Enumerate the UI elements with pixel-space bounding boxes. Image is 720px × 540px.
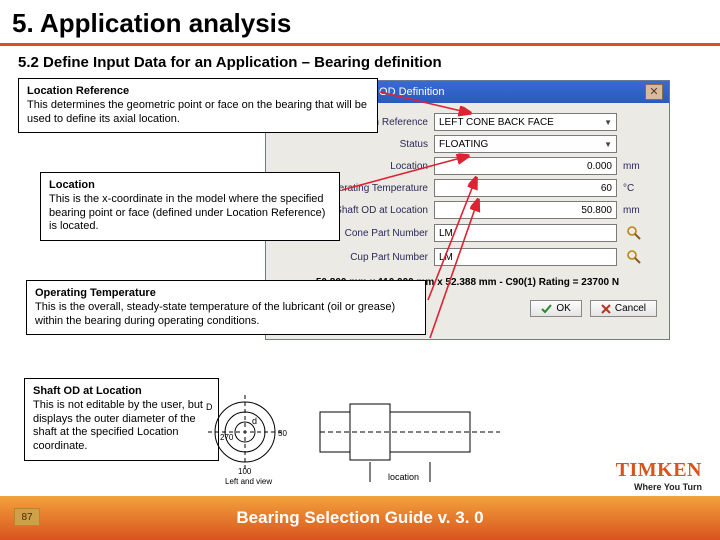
label-cup: Cup Part Number <box>278 252 428 263</box>
diagram-dim-100: 100 <box>238 467 252 476</box>
search-icon[interactable] <box>623 247 645 267</box>
slide-title: 5. Application analysis <box>0 0 720 43</box>
callout-shaftod: Shaft OD at Location This is not editabl… <box>24 378 219 461</box>
label-location: Location <box>278 161 428 172</box>
search-icon[interactable] <box>623 223 645 243</box>
value-status: FLOATING <box>439 139 488 150</box>
chevron-down-icon: ▼ <box>604 140 612 149</box>
field-cup[interactable]: LM <box>434 248 617 266</box>
diagram-dim-270: 270 <box>220 433 234 442</box>
unit-optemp: °C <box>623 183 657 194</box>
label-status: Status <box>278 139 428 150</box>
unit-location: mm <box>623 161 657 172</box>
close-icon[interactable]: ✕ <box>645 84 663 100</box>
diagram-leftview: Left and view <box>225 477 272 485</box>
callout-optemp: Operating Temperature This is the overal… <box>26 280 426 335</box>
field-cone[interactable]: LM <box>434 224 617 242</box>
diagram-location-label: location <box>388 472 419 482</box>
value-locref: LEFT CONE BACK FACE <box>439 117 554 128</box>
x-icon <box>601 304 611 314</box>
callout-shaftod-body: This is not editable by the user, but di… <box>33 399 203 452</box>
field-location[interactable]: 0.000 <box>434 157 617 175</box>
callout-optemp-body: This is the overall, steady-state temper… <box>35 301 395 327</box>
chevron-down-icon: ▼ <box>604 118 612 127</box>
slide-subtitle: 5.2 Define Input Data for an Application… <box>0 52 720 79</box>
field-shaftod: 50.800 <box>434 201 617 219</box>
callout-locref: Location Reference This determines the g… <box>18 78 378 133</box>
field-status[interactable]: FLOATING ▼ <box>434 135 617 153</box>
ok-label: OK <box>556 303 570 314</box>
callout-locref-body: This determines the geometric point or f… <box>27 99 367 125</box>
cancel-label: Cancel <box>615 303 646 314</box>
footer-title: Bearing Selection Guide v. 3. 0 <box>236 508 483 528</box>
callout-location-body: This is the x-coordinate in the model wh… <box>49 193 325 233</box>
logo-block: TIMKEN Where You Turn <box>616 459 702 492</box>
timken-logo: TIMKEN <box>616 459 702 482</box>
diagram-label-d: d <box>252 416 257 426</box>
diagram-dim-50: 50 <box>278 429 287 438</box>
ok-button[interactable]: OK <box>530 300 581 317</box>
field-optemp[interactable]: 60 <box>434 179 617 197</box>
title-rule <box>0 43 720 46</box>
check-icon <box>541 303 552 314</box>
unit-shaftod: mm <box>623 205 657 216</box>
callout-location-head: Location <box>49 179 95 191</box>
footer-band: Bearing Selection Guide v. 3. 0 <box>0 496 720 540</box>
cancel-button[interactable]: Cancel <box>590 300 657 317</box>
callout-optemp-head: Operating Temperature <box>35 287 156 299</box>
logo-tagline: Where You Turn <box>616 482 702 492</box>
callout-location: Location This is the x-coordinate in the… <box>40 172 340 241</box>
diagram-label-D: D <box>206 402 213 412</box>
page-number: 87 <box>14 508 40 526</box>
callout-shaftod-head: Shaft OD at Location <box>33 385 142 397</box>
field-locref[interactable]: LEFT CONE BACK FACE ▼ <box>434 113 617 131</box>
shaft-diagram: D d 270 50 100 Left and view location <box>200 390 510 485</box>
callout-locref-head: Location Reference <box>27 85 129 97</box>
